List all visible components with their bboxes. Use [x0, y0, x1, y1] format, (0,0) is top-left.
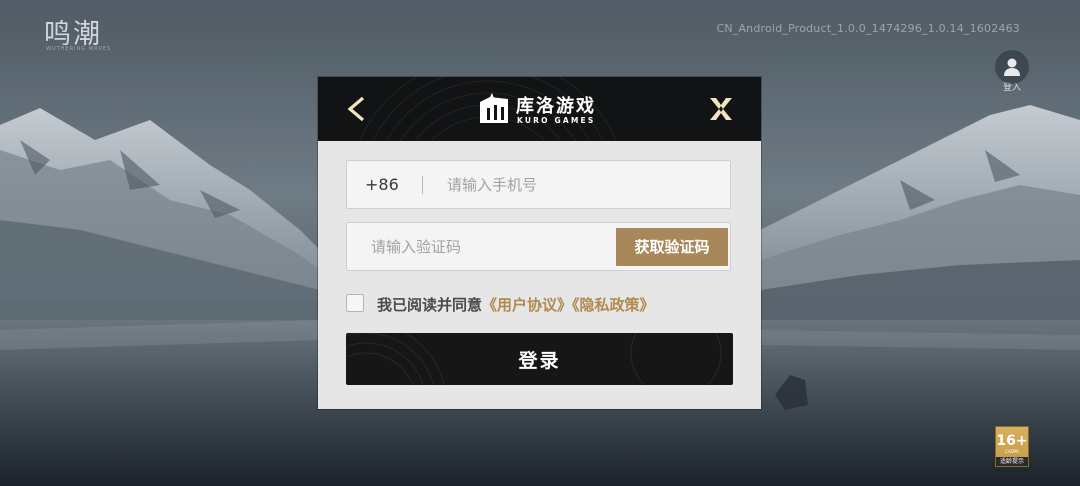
country-code-selector[interactable]: +86 — [365, 175, 399, 194]
phone-input[interactable] — [447, 174, 717, 196]
dialog-header: 库洛游戏 KURO GAMES — [318, 77, 761, 141]
version-label: CN_Android_Product_1.0.0_1474296_1.0.14_… — [716, 22, 1020, 35]
age-rating-org: CADPA — [1005, 449, 1019, 454]
login-dialog: 库洛游戏 KURO GAMES +86 获取验证码 我已阅读并同意《用户 — [318, 77, 761, 409]
login-button[interactable]: 登录 — [346, 333, 733, 385]
field-divider — [422, 176, 423, 194]
game-logo-subtitle: WUTHERING WAVES — [46, 46, 112, 52]
close-x-icon — [710, 98, 732, 120]
age-rating-value: 16+ — [996, 433, 1028, 449]
privacy-policy-link[interactable]: 《隐私政策》 — [572, 296, 655, 314]
brand-name-cn: 库洛游戏 — [516, 96, 596, 117]
user-agreement-link[interactable]: 《用户协议》 — [482, 296, 572, 314]
phone-field: +86 — [346, 160, 731, 209]
verification-code-input[interactable] — [371, 236, 611, 258]
user-icon — [995, 50, 1029, 84]
account-login-button[interactable]: 登入 — [992, 50, 1032, 94]
get-code-button[interactable]: 获取验证码 — [616, 228, 728, 266]
kuro-logo-icon — [480, 93, 508, 123]
back-button[interactable] — [344, 95, 370, 123]
brand-name-en: KURO GAMES — [517, 116, 596, 125]
login-screen: 鸣潮 WUTHERING WAVES CN_Android_Product_1.… — [0, 0, 1080, 486]
verification-code-field: 获取验证码 — [346, 222, 731, 271]
login-button-label: 登录 — [518, 350, 561, 372]
kuro-games-logo: 库洛游戏 KURO GAMES — [478, 91, 608, 127]
agreement-prefix: 我已阅读并同意 — [377, 296, 483, 314]
age-rating-badge: 16+ CADPA 适龄提示 — [995, 426, 1029, 467]
agreement-checkbox[interactable] — [346, 294, 364, 312]
agreement-text: 我已阅读并同意《用户协议》《隐私政策》 — [377, 294, 655, 315]
close-button[interactable] — [708, 96, 734, 122]
age-rating-tip: 适龄提示 — [996, 457, 1028, 466]
chevron-left-icon — [347, 96, 365, 122]
